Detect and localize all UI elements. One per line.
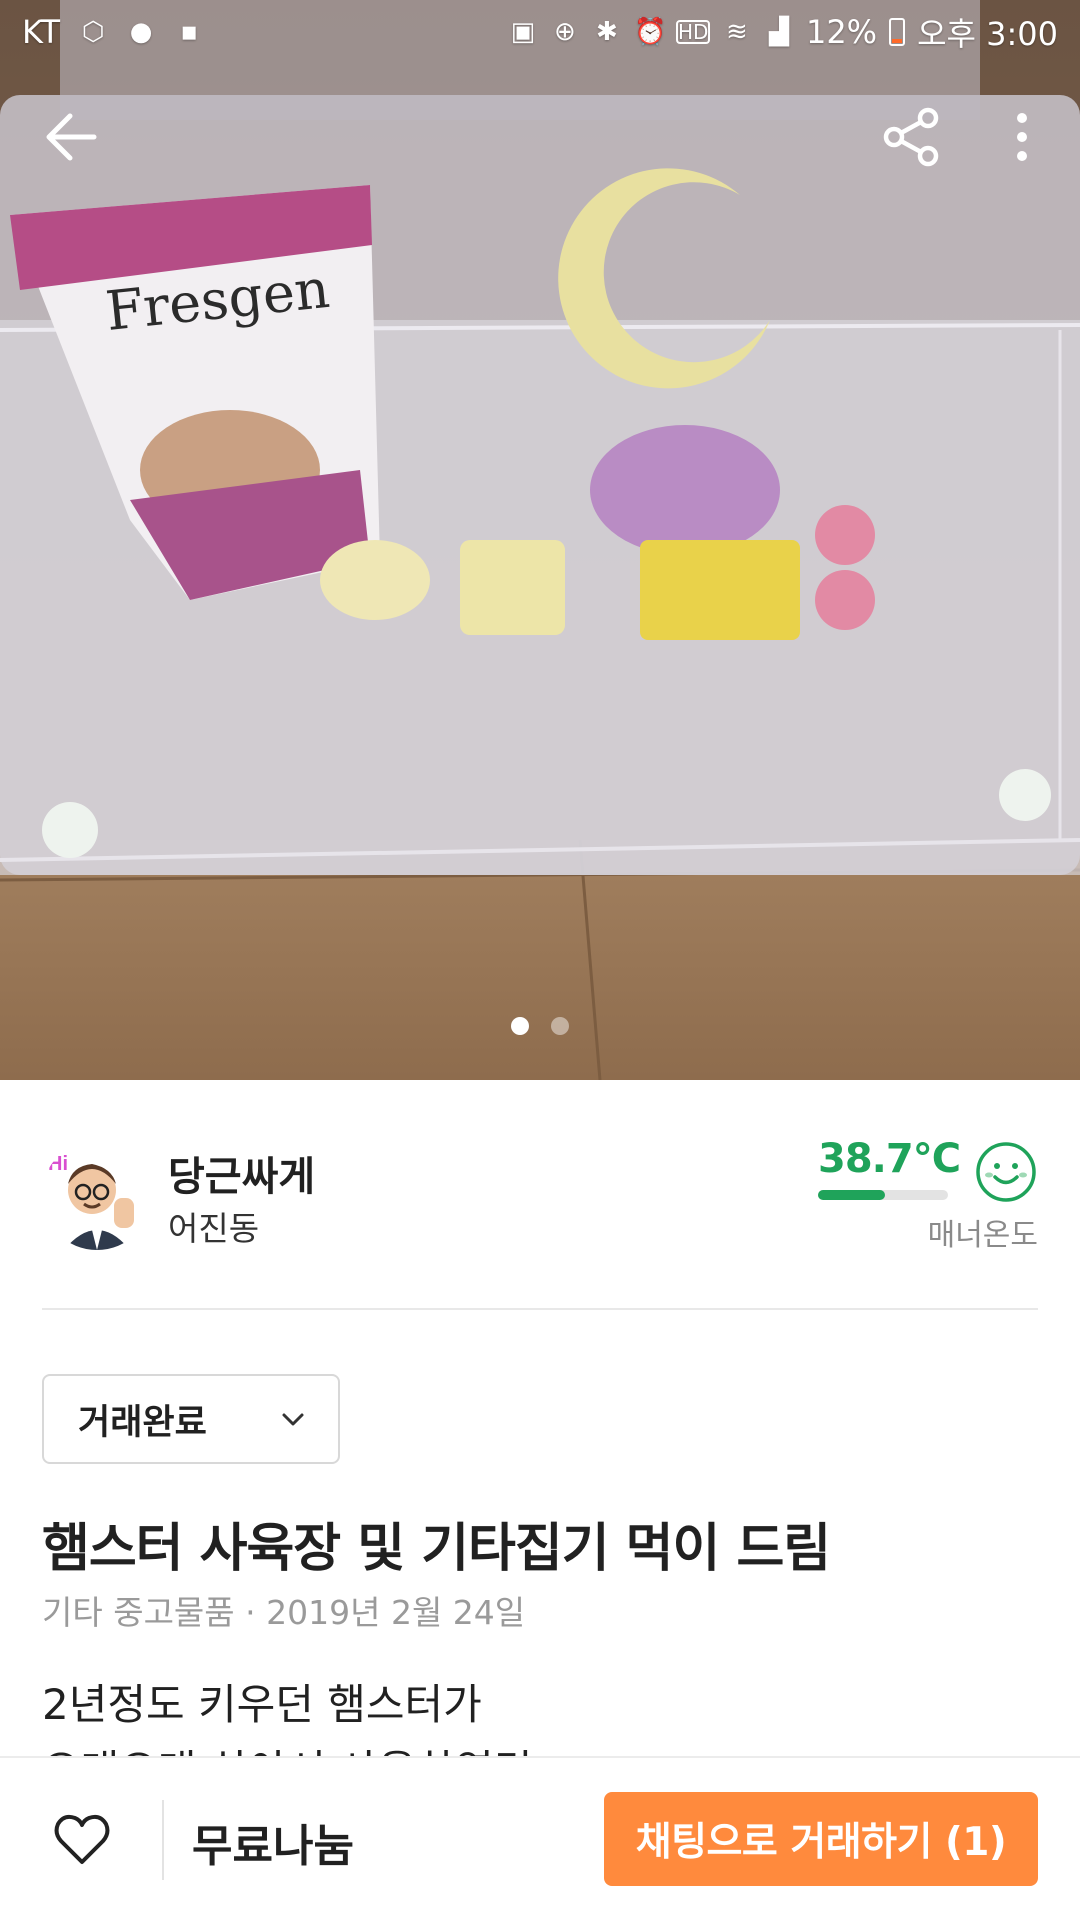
seller-profile[interactable]: Hi 당근싸게 어진동 38.7°C 매너온도 — [42, 1136, 1038, 1254]
alarm-icon: ⏰ — [633, 17, 667, 47]
status-bar: KT ⬡ ● ▪ ▣ ⊕ ✱ ⏰ HD ≋ ▟ 12% 오후 3:00 — [0, 0, 1080, 64]
svg-text:Hi: Hi — [48, 1153, 68, 1175]
manner-label: 매너온도 — [927, 1218, 1038, 1253]
sale-status-value: 거래완료 — [78, 1402, 207, 1443]
talk-bubble-icon: ● — [129, 17, 153, 47]
battery-saver-icon: ▣ — [510, 17, 536, 47]
product-photo[interactable]: Fresgen KT ⬡ ● ▪ ▣ ⊕ ✱ ⏰ HD ≋ ▟ 12% 오후 3… — [0, 0, 1080, 1080]
hd-voice-icon: HD — [675, 20, 710, 44]
vertical-divider — [162, 1800, 164, 1880]
manner-temp-fill — [818, 1190, 886, 1200]
share-icon — [883, 107, 939, 167]
clock: 오후 3:00 — [917, 15, 1058, 53]
signal-icon: ▟ — [768, 17, 789, 47]
smile-face-icon — [976, 1142, 1036, 1202]
like-button[interactable] — [52, 1810, 112, 1870]
price-label: 무료나눔 — [192, 1821, 354, 1872]
data-saver-icon: ⊕ — [554, 17, 576, 47]
more-options-button[interactable] — [992, 102, 1052, 172]
battery-icon — [889, 18, 906, 46]
seller-location: 어진동 — [168, 1209, 260, 1248]
battery-percent: 12% — [805, 13, 878, 51]
manner-temp-bar — [818, 1190, 948, 1200]
wifi-icon: ≋ — [726, 17, 748, 47]
post-title: 햄스터 사육장 및 기타집기 먹이 드림 — [42, 1519, 831, 1579]
back-button[interactable] — [38, 102, 108, 172]
chevron-down-icon — [282, 1413, 304, 1426]
seller-name: 당근싸게 — [168, 1154, 316, 1200]
bottom-action-bar: 무료나눔 채팅으로 거래하기 (1) — [0, 1756, 1080, 1920]
sale-status-dropdown[interactable]: 거래완료 — [42, 1374, 340, 1464]
avatar[interactable]: Hi — [42, 1140, 152, 1250]
chat-trade-button[interactable]: 채팅으로 거래하기 (1) — [604, 1792, 1038, 1886]
bluetooth-icon: ✱ — [596, 17, 618, 47]
divider — [42, 1308, 1038, 1310]
back-arrow-icon — [46, 113, 97, 161]
heart-icon — [54, 1814, 110, 1864]
product-detail-screen: Fresgen KT ⬡ ● ▪ ▣ ⊕ ✱ ⏰ HD ≋ ▟ 12% 오후 3… — [0, 0, 1080, 1920]
app-notification-icon: ⬡ — [81, 17, 105, 47]
manner-temperature[interactable]: 38.7°C 매너온도 — [818, 1136, 1038, 1254]
photo-page-indicator — [0, 1017, 1080, 1035]
app-bar — [0, 96, 1080, 176]
message-icon: ▪ — [180, 17, 198, 47]
page-dot-1[interactable] — [511, 1017, 529, 1035]
avatar-image: Hi — [42, 1140, 152, 1250]
carrier-label: KT — [22, 13, 61, 51]
share-button[interactable] — [876, 102, 946, 172]
manner-temp-value: 38.7°C — [818, 1136, 961, 1182]
page-dot-2[interactable] — [551, 1017, 569, 1035]
more-vert-icon — [1017, 113, 1027, 161]
post-meta: 기타 중고물품 · 2019년 2월 24일 — [42, 1593, 526, 1632]
